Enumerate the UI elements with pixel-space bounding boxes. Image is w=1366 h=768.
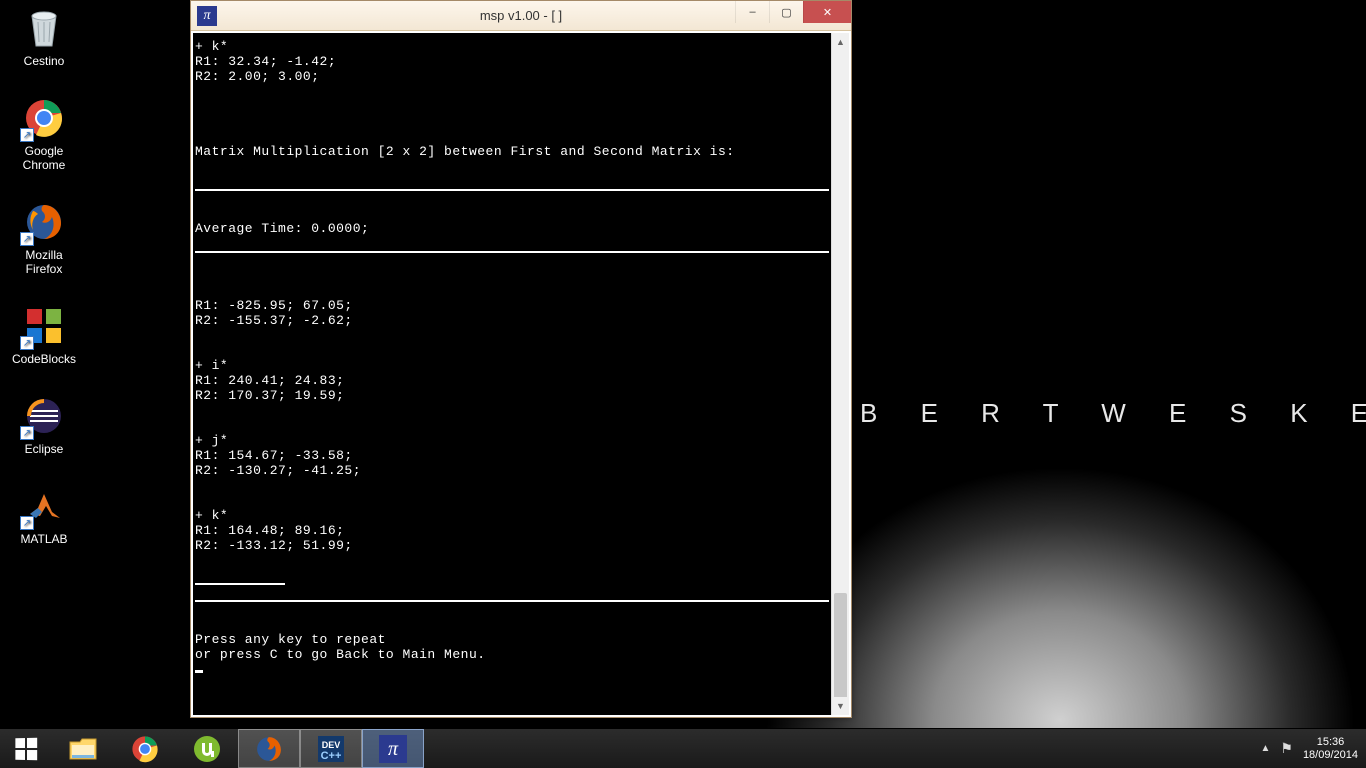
app-window-msp: π msp v1.00 - [ ] – ▢ ✕ + k* R1: 32.34; … <box>190 0 852 718</box>
svg-text:C++: C++ <box>321 750 342 762</box>
console-line: Matrix Multiplication [2 x 2] between Fi… <box>195 144 735 159</box>
console-hr <box>195 600 829 602</box>
minimize-button[interactable]: – <box>735 1 769 23</box>
console-hr <box>195 251 829 253</box>
tray-overflow-button[interactable]: ▲ <box>1260 743 1270 754</box>
shortcut-arrow-icon: ↗ <box>20 232 34 246</box>
titlebar[interactable]: π msp v1.00 - [ ] – ▢ ✕ <box>191 1 851 31</box>
app-pi-icon: π <box>378 734 408 764</box>
console-line: + k* R1: 164.48; 89.16; R2: -133.12; 51.… <box>195 508 353 553</box>
desktop-icon-eclipse[interactable]: ↗ Eclipse <box>6 394 82 456</box>
taskbar-item-msp[interactable]: π <box>362 729 424 768</box>
shortcut-arrow-icon: ↗ <box>20 516 34 530</box>
taskbar-item-firefox[interactable] <box>238 729 300 768</box>
chrome-icon <box>130 734 160 764</box>
matlab-icon: ↗ <box>22 484 66 528</box>
svg-text:DEV: DEV <box>322 740 341 750</box>
tray-clock[interactable]: 15:36 18/09/2014 <box>1303 736 1358 762</box>
desktop-icon-chrome[interactable]: ↗ Google Chrome <box>6 96 82 172</box>
desktop-icon-codeblocks[interactable]: ↗ CodeBlocks <box>6 304 82 366</box>
console-cursor <box>195 670 203 673</box>
scroll-down-button[interactable]: ▼ <box>832 697 849 715</box>
firefox-icon: ↗ <box>22 200 66 244</box>
taskbar-item-chrome[interactable] <box>114 729 176 768</box>
firefox-icon <box>254 734 284 764</box>
console-hr <box>195 583 285 585</box>
desktop-icon-recycle-bin[interactable]: Cestino <box>6 6 82 68</box>
console-line: R1: -825.95; 67.05; R2: -155.37; -2.62; <box>195 298 353 328</box>
file-explorer-icon <box>68 734 98 764</box>
maximize-button[interactable]: ▢ <box>769 1 803 23</box>
devcpp-icon: DEV C++ <box>316 734 346 764</box>
shortcut-arrow-icon: ↗ <box>20 426 34 440</box>
console-line: Average Time: 0.0000; <box>195 221 369 236</box>
desktop-icons: Cestino ↗ Google Chrome ↗ Mozilla Firefo… <box>6 6 82 546</box>
scroll-up-button[interactable]: ▲ <box>832 33 849 51</box>
tray-time: 15:36 <box>1303 736 1358 749</box>
console-line: + k* R1: 32.34; -1.42; R2: 2.00; 3.00; <box>195 39 336 84</box>
recycle-bin-icon <box>22 6 66 50</box>
app-pi-icon: π <box>197 6 217 26</box>
console-line: + j* R1: 154.67; -33.58; R2: -130.27; -4… <box>195 433 361 478</box>
svg-text:π: π <box>388 738 399 760</box>
desktop-icon-label: CodeBlocks <box>12 352 76 366</box>
console-line: Press any key to repeat or press C to go… <box>195 632 486 662</box>
start-button[interactable] <box>0 729 52 768</box>
desktop-icon-label: MATLAB <box>20 532 67 546</box>
console-scrollbar[interactable]: ▲ ▼ <box>831 33 849 715</box>
desktop-icon-firefox[interactable]: ↗ Mozilla Firefox <box>6 200 82 276</box>
taskbar-item-utorrent[interactable] <box>176 729 238 768</box>
desktop-icon-label: Cestino <box>24 54 65 68</box>
desktop-icon-matlab[interactable]: ↗ MATLAB <box>6 484 82 546</box>
taskbar: DEV C++ π ▲ ⚑ 15:36 18/09/2014 <box>0 728 1366 768</box>
scroll-thumb[interactable] <box>834 593 847 703</box>
system-tray: ▲ ⚑ 15:36 18/09/2014 <box>1260 729 1366 768</box>
window-controls: – ▢ ✕ <box>735 1 851 23</box>
shortcut-arrow-icon: ↗ <box>20 128 34 142</box>
close-button[interactable]: ✕ <box>803 1 851 23</box>
desktop-icon-label: Mozilla Firefox <box>25 248 62 276</box>
utorrent-icon <box>192 734 222 764</box>
chrome-icon: ↗ <box>22 96 66 140</box>
console-line: + i* R1: 240.41; 24.83; R2: 170.37; 19.5… <box>195 358 344 403</box>
desktop-icon-label: Eclipse <box>25 442 64 456</box>
desktop-icon-label: Google Chrome <box>23 144 66 172</box>
console-output[interactable]: + k* R1: 32.34; -1.42; R2: 2.00; 3.00; M… <box>193 33 831 715</box>
eclipse-icon: ↗ <box>22 394 66 438</box>
taskbar-item-explorer[interactable] <box>52 729 114 768</box>
console-area: + k* R1: 32.34; -1.42; R2: 2.00; 3.00; M… <box>191 31 851 717</box>
taskbar-item-devcpp[interactable]: DEV C++ <box>300 729 362 768</box>
tray-date: 18/09/2014 <box>1303 749 1358 762</box>
wallpaper-text: B E R T W E S K E R <box>860 398 1366 429</box>
action-center-icon[interactable]: ⚑ <box>1280 740 1293 757</box>
windows-logo-icon <box>15 737 37 760</box>
shortcut-arrow-icon: ↗ <box>20 336 34 350</box>
taskbar-items: DEV C++ π <box>52 729 424 768</box>
console-hr <box>195 189 829 191</box>
codeblocks-icon: ↗ <box>22 304 66 348</box>
